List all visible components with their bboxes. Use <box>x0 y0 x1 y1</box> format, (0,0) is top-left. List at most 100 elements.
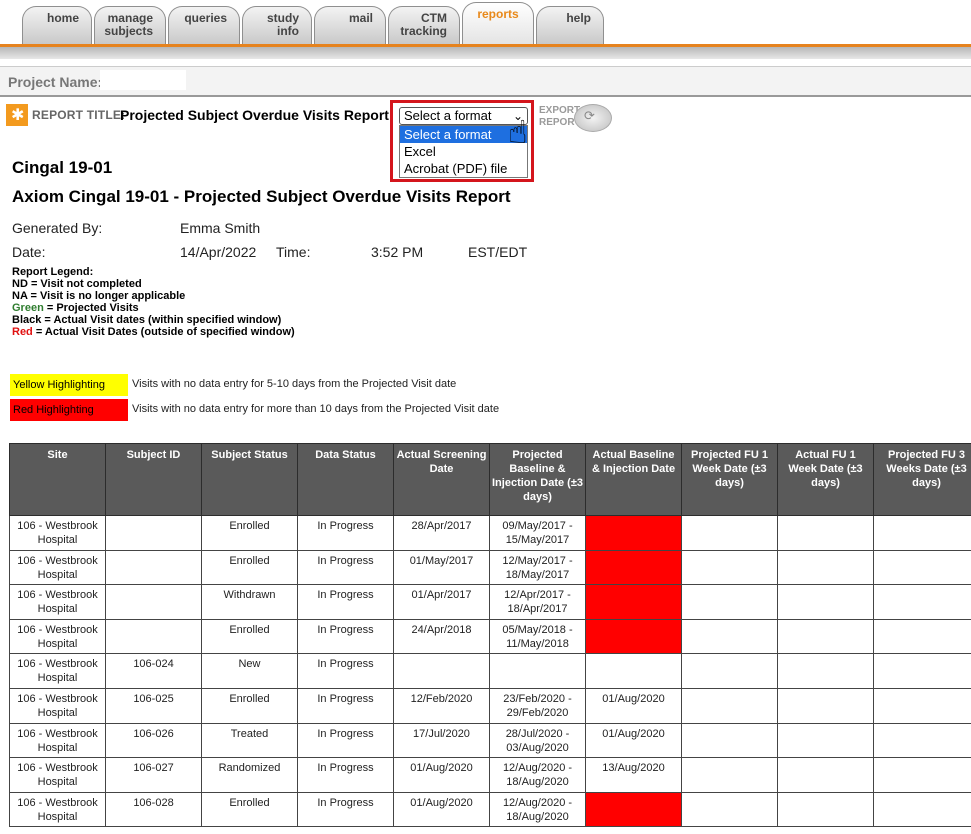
cell-screening: 17/Jul/2020 <box>393 722 490 759</box>
cell-projected-baseline: 23/Feb/2020 - 29/Feb/2020 <box>489 687 586 724</box>
cell-actual-fu1 <box>777 584 874 620</box>
cell-projected-fu3 <box>873 722 971 759</box>
tab-help[interactable]: help <box>536 6 604 44</box>
cell-site: 106 - Westbrook Hospital <box>9 549 106 586</box>
cell-data-status: In Progress <box>297 722 394 759</box>
col-actual-fu1: Actual FU 1 Week Date (±3 days) <box>777 443 874 516</box>
time-label: Time: <box>276 244 311 260</box>
table-row: 106 - Westbrook Hospital 106-026 Treated… <box>9 722 971 759</box>
time-value: 3:52 PM <box>371 244 424 260</box>
legend-green-rest: = Projected Visits <box>43 302 139 314</box>
project-name-label: Project Name: <box>8 74 103 90</box>
cell-data-status: In Progress <box>297 549 394 586</box>
cell-data-status: In Progress <box>297 515 394 551</box>
cell-subject-status: Enrolled <box>201 618 298 655</box>
cell-projected-fu1 <box>681 791 778 828</box>
table-row: 106 - Westbrook Hospital Enrolled In Pro… <box>9 549 971 586</box>
cell-actual-fu1 <box>777 757 874 793</box>
study-title: Cingal 19-01 <box>12 158 113 177</box>
cell-data-status: In Progress <box>297 584 394 620</box>
tab-reports[interactable]: reports <box>462 2 534 44</box>
cell-actual-fu1 <box>777 549 874 586</box>
cell-actual-baseline <box>585 515 682 551</box>
table-row: 106 - Westbrook Hospital 106-025 Enrolle… <box>9 687 971 724</box>
cell-site: 106 - Westbrook Hospital <box>9 791 106 828</box>
tab-study-info-label: study info <box>266 11 299 38</box>
legend-red: Red = Actual Visit Dates (outside of spe… <box>12 326 295 338</box>
table-row: 106 - Westbrook Hospital Enrolled In Pro… <box>9 515 971 551</box>
cell-actual-fu1 <box>777 618 874 655</box>
export-report-icon[interactable]: ⟳ <box>574 104 612 132</box>
cell-actual-baseline: 01/Aug/2020 <box>585 722 682 759</box>
tab-queries[interactable]: queries <box>168 6 240 44</box>
cell-subject-status: Treated <box>201 722 298 759</box>
cell-subject-status: Enrolled <box>201 791 298 828</box>
report-title-label: REPORT TITLE: <box>32 108 126 122</box>
cell-screening: 01/Aug/2020 <box>393 791 490 828</box>
cell-projected-baseline: 28/Jul/2020 - 03/Aug/2020 <box>489 722 586 759</box>
cell-actual-baseline <box>585 791 682 828</box>
table-body: 106 - Westbrook Hospital Enrolled In Pro… <box>9 515 971 828</box>
hand-pointer-icon: ☝ <box>508 114 528 150</box>
cell-actual-baseline <box>585 549 682 586</box>
table-row: 106 - Westbrook Hospital 106-028 Enrolle… <box>9 791 971 828</box>
cell-screening: 28/Apr/2017 <box>393 515 490 551</box>
cell-projected-baseline: 12/Aug/2020 - 18/Aug/2020 <box>489 791 586 828</box>
col-subject-status: Subject Status <box>201 443 298 516</box>
tab-mail[interactable]: mail <box>314 6 386 44</box>
tab-study-info[interactable]: study info <box>242 6 312 44</box>
cell-projected-baseline: 12/May/2017 - 18/May/2017 <box>489 549 586 586</box>
project-name-value <box>100 70 186 90</box>
cell-screening: 01/May/2017 <box>393 549 490 586</box>
tab-home[interactable]: home <box>22 6 92 44</box>
yellow-highlight-desc: Visits with no data entry for 5-10 days … <box>132 378 457 390</box>
col-site: Site <box>9 443 106 516</box>
nav-shadow-band <box>0 47 971 59</box>
cell-subject-id <box>105 584 202 620</box>
report-heading: Axiom Cingal 19-01 - Projected Subject O… <box>12 187 511 206</box>
tab-ctm-tracking[interactable]: CTM tracking <box>388 6 460 44</box>
cell-site: 106 - Westbrook Hospital <box>9 757 106 793</box>
cell-actual-fu1 <box>777 722 874 759</box>
cell-projected-fu3 <box>873 515 971 551</box>
format-option-pdf[interactable]: Acrobat (PDF) file <box>400 160 527 177</box>
cell-subject-status: Withdrawn <box>201 584 298 620</box>
cell-site: 106 - Westbrook Hospital <box>9 584 106 620</box>
cell-subject-status: Enrolled <box>201 549 298 586</box>
main-nav-tabs: home manage subjects queries study info … <box>0 0 971 44</box>
cell-actual-fu1 <box>777 791 874 828</box>
cell-projected-fu3 <box>873 618 971 655</box>
cell-screening: 01/Apr/2017 <box>393 584 490 620</box>
cell-data-status: In Progress <box>297 618 394 655</box>
cell-projected-fu3 <box>873 687 971 724</box>
cell-site: 106 - Westbrook Hospital <box>9 687 106 724</box>
col-projected-baseline: Projected Baseline & Injection Date (±3 … <box>489 443 586 516</box>
tab-manage-subjects[interactable]: manage subjects <box>94 6 166 44</box>
table-row: 106 - Westbrook Hospital Withdrawn In Pr… <box>9 584 971 620</box>
cell-actual-baseline <box>585 653 682 689</box>
cell-site: 106 - Westbrook Hospital <box>9 722 106 759</box>
red-highlight-desc: Visits with no data entry for more than … <box>132 403 500 415</box>
tab-queries-label: queries <box>184 11 227 25</box>
col-data-status: Data Status <box>297 443 394 516</box>
cell-actual-fu1 <box>777 653 874 689</box>
date-label: Date: <box>12 244 46 260</box>
legend-nd: ND = Visit not completed <box>12 278 142 290</box>
overdue-visits-table: Site Subject ID Subject Status Data Stat… <box>9 443 971 828</box>
tab-manage-subjects-label: manage subjects <box>104 11 153 38</box>
cell-projected-fu1 <box>681 584 778 620</box>
yellow-highlight-swatch: Yellow Highlighting <box>10 374 128 396</box>
legend-green-word: Green <box>12 302 44 314</box>
timezone-value: EST/EDT <box>468 244 528 260</box>
report-title-value: Projected Subject Overdue Visits Report <box>120 107 389 123</box>
cell-subject-status: Enrolled <box>201 687 298 724</box>
table-header-row: Site Subject ID Subject Status Data Stat… <box>9 443 971 516</box>
cell-actual-fu1 <box>777 515 874 551</box>
legend-black: Black = Actual Visit dates (within speci… <box>12 314 282 326</box>
report-sun-icon: ✱ <box>6 104 28 126</box>
report-legend: Report Legend: ND = Visit not completed … <box>12 266 295 338</box>
cell-subject-id <box>105 515 202 551</box>
project-bar: Project Name: <box>0 66 971 97</box>
cell-projected-fu3 <box>873 757 971 793</box>
legend-title: Report Legend: <box>12 266 94 278</box>
